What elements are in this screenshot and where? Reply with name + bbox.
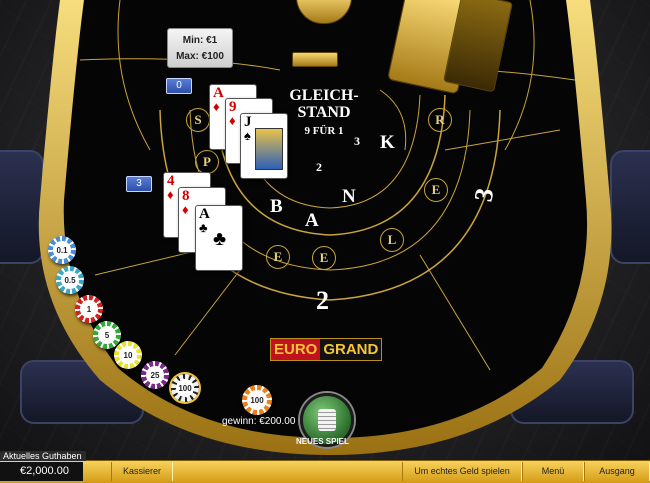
chip-value: 1 <box>80 300 98 318</box>
player-bet-count: 0 <box>166 78 192 94</box>
bank-card-3: A ♣ ♣ <box>195 205 243 271</box>
bank-letter-a: A <box>305 210 319 231</box>
balance-title: Aktuelles Guthaben <box>0 451 86 461</box>
max-bet-text: Max: €100 <box>176 51 224 62</box>
chip-25[interactable]: 25 <box>141 361 169 389</box>
bank-letter-n: N <box>342 186 356 207</box>
chip-0-1[interactable]: 0.1 <box>48 236 76 264</box>
chip-tray <box>292 52 338 67</box>
cashier-button[interactable]: Kassierer <box>111 462 173 481</box>
card-suit-icon: ♣ <box>199 220 208 235</box>
chip-10[interactable]: 10 <box>114 341 142 369</box>
balance-value: €2,000.00 <box>0 462 83 481</box>
bet-stack-value: 100 <box>247 390 267 410</box>
bet-stack-chip[interactable]: 100 <box>242 385 272 415</box>
coin-stack-icon <box>318 409 336 431</box>
tie-label-line2: STAND <box>297 104 351 121</box>
seat-number-2: 2 <box>316 286 329 315</box>
bank-small-2: 2 <box>316 160 322 174</box>
card-suit-icon: ♦ <box>229 113 236 128</box>
card-suit-icon: ♦ <box>182 202 189 217</box>
tie-label-line1: GLEICH- <box>289 87 359 104</box>
play-real-money-button[interactable]: Um echtes Geld spielen <box>402 462 522 481</box>
menu-button[interactable]: Menü <box>522 462 584 481</box>
game-stage: Min: €1 Max: €100 GLEICH- STAND 9 FÜR 1 … <box>0 0 650 460</box>
player-letter-e3: E <box>424 178 448 202</box>
min-bet-text: Min: €1 <box>182 35 218 46</box>
card-suit-icon: ♦ <box>213 99 220 114</box>
player-letter-e2: E <box>312 246 336 270</box>
bank-small-3: 3 <box>354 134 360 148</box>
logo-part-grand: GRAND <box>320 339 382 360</box>
player-card-3: J ♠ <box>240 113 288 179</box>
exit-button[interactable]: Ausgang <box>584 462 650 481</box>
chip-1[interactable]: 1 <box>75 295 103 323</box>
bank-letter-b: B <box>270 196 283 217</box>
chip-value: 0.5 <box>61 271 79 289</box>
baccarat-table <box>38 0 612 455</box>
player-letter-s: S <box>186 108 210 132</box>
chip-0-5[interactable]: 0.5 <box>56 266 84 294</box>
eurogrand-logo: EURO GRAND <box>270 338 383 361</box>
new-game-label: NEUES SPIEL <box>296 437 349 446</box>
chip-value: 5 <box>98 326 116 344</box>
chip-value: 25 <box>146 366 164 384</box>
logo-part-euro: EURO <box>271 339 321 360</box>
tie-bet-area[interactable]: GLEICH- STAND 9 FÜR 1 <box>281 87 367 138</box>
chip-value: 10 <box>119 346 137 364</box>
chip-100[interactable]: 100 <box>171 374 199 402</box>
card-center-suit-icon: ♣ <box>213 228 227 250</box>
bank-letter-k: K <box>380 132 395 153</box>
jack-face-icon <box>255 128 283 170</box>
card-suit-icon: ♠ <box>244 128 251 143</box>
player-letter-p: P <box>195 150 219 174</box>
bank-bet-count: 3 <box>126 176 152 192</box>
chip-value: 100 <box>176 379 194 397</box>
player-letter-l: L <box>380 228 404 252</box>
win-amount: gewinn: €200.00 <box>222 416 296 427</box>
player-letter-e: E <box>266 245 290 269</box>
player-letter-r: R <box>428 108 452 132</box>
table-limits: Min: €1 Max: €100 <box>167 28 233 68</box>
card-suit-icon: ♦ <box>167 187 174 202</box>
chip-value: 0.1 <box>53 241 71 259</box>
